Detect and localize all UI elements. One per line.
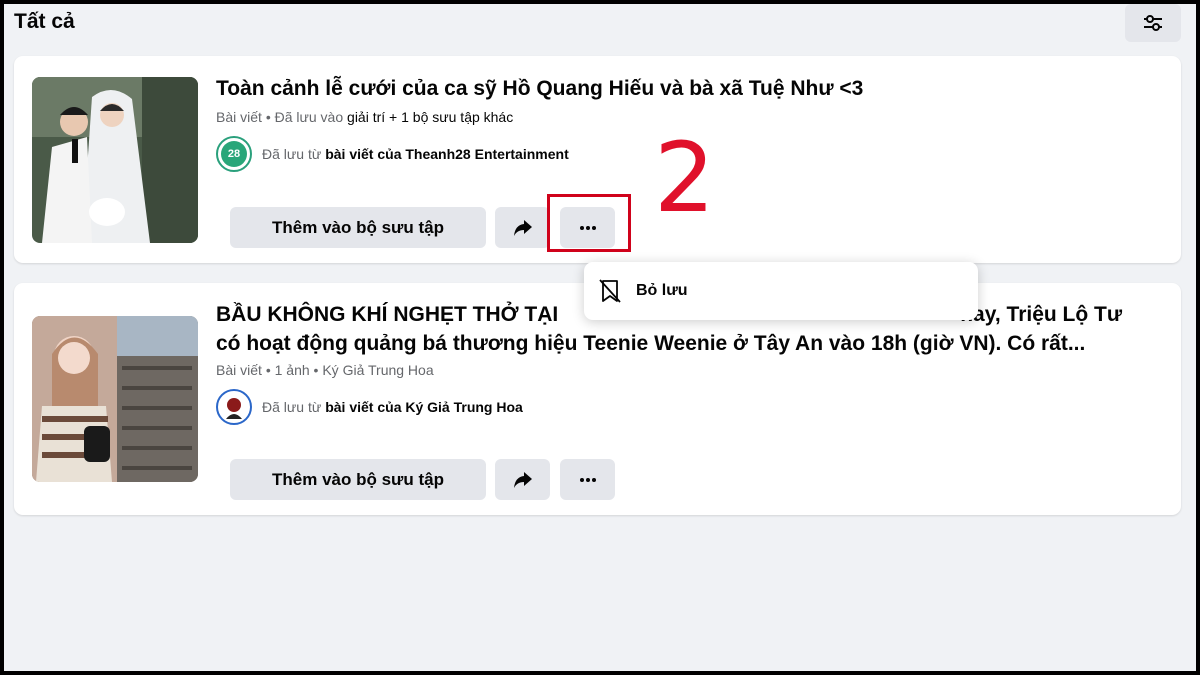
saved-items-page: Tất cả Toàn cảnh lễ cưới của ca sỹ Hồ Qu… xyxy=(4,4,1196,671)
unsave-menu-item[interactable]: Bỏ lưu xyxy=(598,276,688,306)
post-source: 28 Đã lưu từ bài viết của Theanh28 Enter… xyxy=(216,136,569,172)
add-to-collection-button[interactable]: Thêm vào bộ sưu tập xyxy=(230,459,486,500)
highlight-box xyxy=(547,194,631,252)
share-button[interactable] xyxy=(495,207,550,248)
source-avatar[interactable] xyxy=(216,389,252,425)
collection-link[interactable]: giải trí xyxy=(347,109,385,125)
source-link[interactable]: bài viết của Ký Giả Trung Hoa xyxy=(325,399,523,415)
post-source: Đã lưu từ bài viết của Ký Giả Trung Hoa xyxy=(216,389,523,425)
more-options-menu: Bỏ lưu xyxy=(584,262,978,320)
share-icon xyxy=(513,471,532,488)
post-meta: Bài viết • 1 ảnh • Ký Giả Trung Hoa xyxy=(216,362,434,378)
step-number-annotation: 2 xyxy=(654,122,716,234)
source-avatar[interactable]: 28 xyxy=(216,136,252,172)
post-thumbnail[interactable] xyxy=(32,77,198,243)
post-thumbnail[interactable] xyxy=(32,316,198,482)
source-link[interactable]: bài viết của Theanh28 Entertainment xyxy=(325,146,569,162)
more-icon xyxy=(579,477,596,482)
filter-button[interactable] xyxy=(1125,4,1181,42)
more-button[interactable] xyxy=(560,459,615,500)
post-meta: Bài viết • Đã lưu vào giải trí + 1 bộ sư… xyxy=(216,109,514,125)
share-icon xyxy=(513,219,532,236)
add-to-collection-button[interactable]: Thêm vào bộ sưu tập xyxy=(230,207,486,248)
unsave-icon xyxy=(599,279,621,303)
share-button[interactable] xyxy=(495,459,550,500)
avatar-image xyxy=(221,394,247,420)
post-title[interactable]: Toàn cảnh lễ cưới của ca sỹ Hồ Quang Hiế… xyxy=(216,74,1161,103)
page-title: Tất cả xyxy=(14,10,75,33)
sliders-icon xyxy=(1144,15,1162,31)
